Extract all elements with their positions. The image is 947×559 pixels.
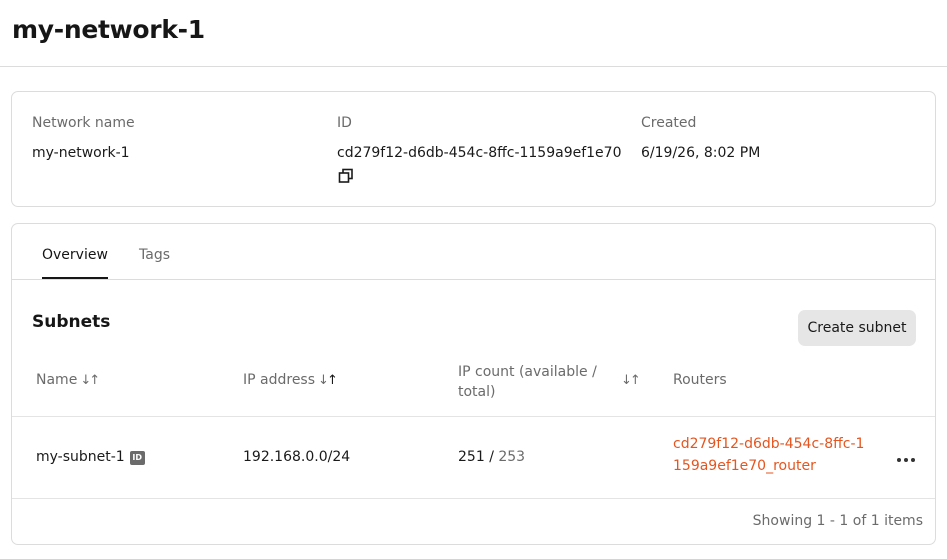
subnet-ip-address: 192.168.0.0/24 bbox=[243, 449, 351, 465]
network-name-label: Network name bbox=[32, 115, 135, 131]
tab-bar: Overview Tags bbox=[12, 224, 935, 280]
sort-ip-count-icon[interactable]: ↓↑ bbox=[621, 373, 641, 388]
pagination-summary: Showing 1 - 1 of 1 items bbox=[752, 513, 923, 529]
network-name-value: my-network-1 bbox=[32, 145, 130, 161]
created-value: 6/19/26, 8:02 PM bbox=[641, 145, 761, 161]
column-header-ip-count: IP count (available / total) bbox=[458, 364, 597, 400]
id-label: ID bbox=[337, 115, 352, 131]
section-title: Subnets bbox=[32, 312, 111, 332]
column-header-routers: Routers bbox=[673, 372, 727, 388]
id-badge-icon[interactable]: ID bbox=[129, 451, 145, 465]
page-title: my-network-1 bbox=[12, 15, 205, 44]
active-tab-indicator bbox=[42, 277, 108, 279]
copy-icon[interactable] bbox=[338, 168, 354, 184]
network-info-card: Network name my-network-1 ID cd279f12-d6… bbox=[11, 91, 936, 207]
column-header-name[interactable]: Name ↓↑ bbox=[36, 372, 100, 388]
id-value: cd279f12-d6db-454c-8ffc-1159a9ef1e70 bbox=[337, 145, 622, 161]
router-link[interactable]: cd279f12-d6db-454c-8ffc-1159a9ef1e70_rou… bbox=[673, 433, 873, 477]
sort-icon[interactable]: ↓↑ bbox=[621, 372, 641, 388]
created-label: Created bbox=[641, 115, 697, 131]
column-header-ip-address-label: IP address bbox=[243, 372, 316, 388]
more-actions-icon[interactable] bbox=[896, 455, 918, 465]
ip-separator: / bbox=[489, 449, 494, 465]
subnet-ip-count: 251 / 253 bbox=[458, 449, 525, 465]
sort-icon[interactable]: ↓↑ bbox=[318, 373, 338, 388]
create-subnet-button[interactable]: Create subnet bbox=[798, 310, 916, 346]
column-header-ip-address[interactable]: IP address ↓↑ bbox=[243, 372, 338, 388]
ip-total: 253 bbox=[498, 449, 526, 465]
subnet-name: my-subnet-1 bbox=[36, 449, 125, 465]
column-header-name-label: Name bbox=[36, 372, 78, 388]
table-divider bbox=[12, 416, 935, 417]
tab-overview[interactable]: Overview bbox=[42, 247, 108, 263]
sort-icon[interactable]: ↓↑ bbox=[80, 373, 100, 388]
table-divider bbox=[12, 498, 935, 499]
ip-available: 251 bbox=[458, 449, 485, 465]
page-header: my-network-1 bbox=[0, 0, 947, 67]
tab-tags[interactable]: Tags bbox=[139, 247, 170, 263]
subnets-card: Overview Tags Subnets Create subnet Name… bbox=[11, 223, 936, 545]
table-row-name: my-subnet-1 ID bbox=[36, 449, 145, 465]
